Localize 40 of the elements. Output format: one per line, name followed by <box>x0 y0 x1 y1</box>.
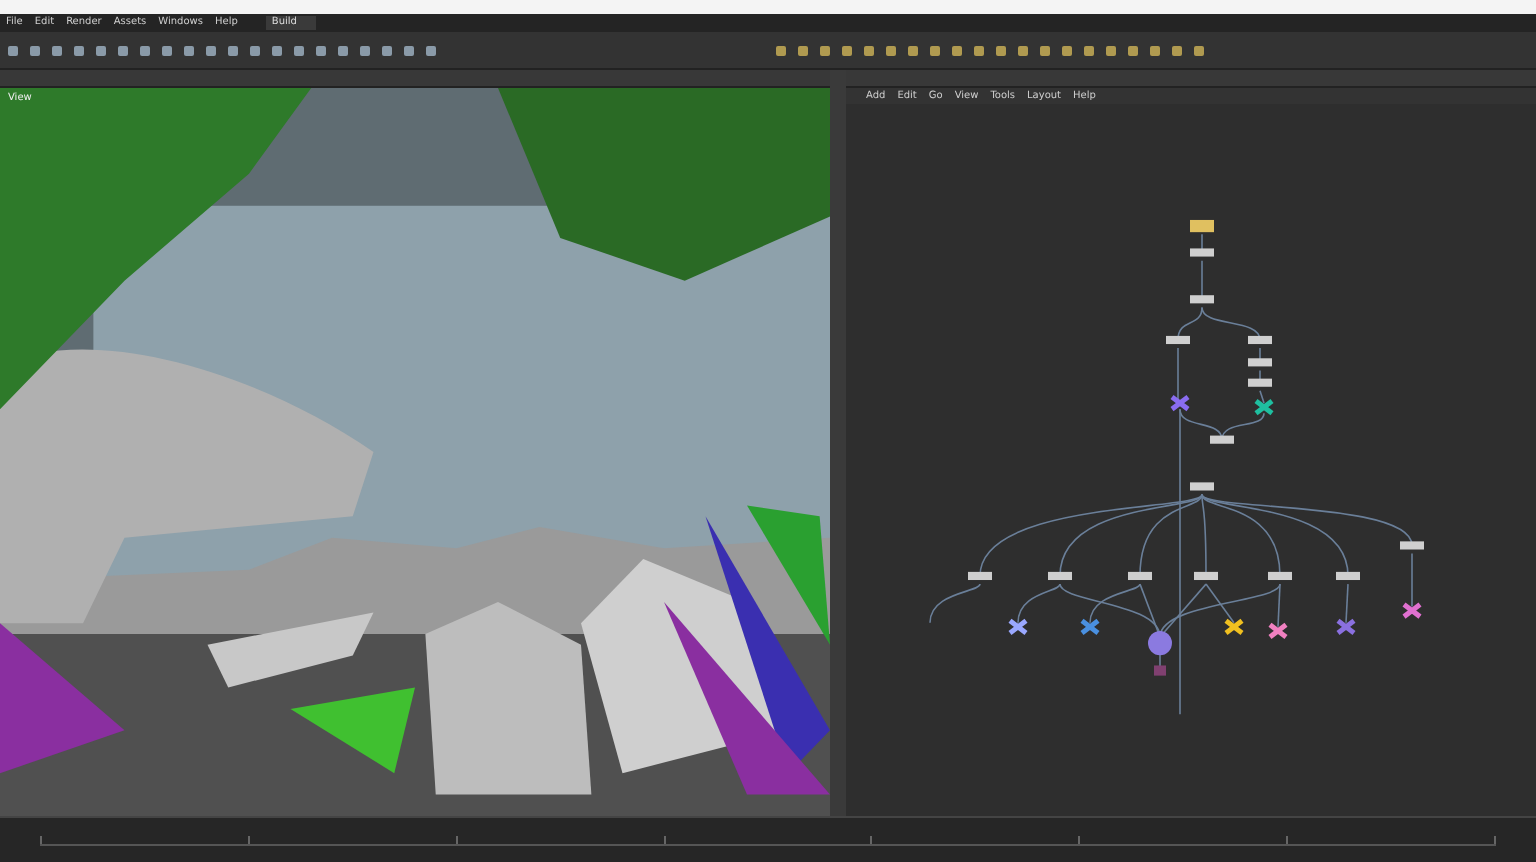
tool-icon[interactable] <box>140 45 150 55</box>
tool-icon[interactable] <box>1106 45 1116 55</box>
tool-icon[interactable] <box>908 45 918 55</box>
tool-icon[interactable] <box>842 45 852 55</box>
tool-icon[interactable] <box>74 45 84 55</box>
tool-icon[interactable] <box>1128 45 1138 55</box>
tool-icon[interactable] <box>316 45 326 55</box>
tool-icon[interactable] <box>952 45 962 55</box>
tool-icon[interactable] <box>360 45 370 55</box>
tool-icon[interactable] <box>1062 45 1072 55</box>
tool-icon[interactable] <box>96 45 106 55</box>
tool-icon[interactable] <box>974 45 984 55</box>
tool-icon[interactable] <box>184 45 194 55</box>
tool-icon[interactable] <box>864 45 874 55</box>
tool-icon[interactable] <box>776 45 786 55</box>
tool-icon[interactable] <box>1172 45 1182 55</box>
tool-icon[interactable] <box>820 45 830 55</box>
tool-icon[interactable] <box>886 45 896 55</box>
tool-icon[interactable] <box>162 45 172 55</box>
tool-icon[interactable] <box>272 45 282 55</box>
tool-icon[interactable] <box>294 45 304 55</box>
tool-icon[interactable] <box>1040 45 1050 55</box>
tool-icon[interactable] <box>426 45 436 55</box>
tool-icon[interactable] <box>1150 45 1160 55</box>
tool-icon[interactable] <box>1084 45 1094 55</box>
tool-icon[interactable] <box>996 45 1006 55</box>
tool-icon[interactable] <box>8 45 18 55</box>
tool-icon[interactable] <box>404 45 414 55</box>
tool-icon[interactable] <box>338 45 348 55</box>
tool-icon[interactable] <box>228 45 238 55</box>
tool-icon[interactable] <box>1194 45 1204 55</box>
tool-icon[interactable] <box>930 45 940 55</box>
tool-icon[interactable] <box>52 45 62 55</box>
tool-icon[interactable] <box>30 45 40 55</box>
tool-icon[interactable] <box>1018 45 1028 55</box>
tool-icon[interactable] <box>382 45 392 55</box>
tool-icon[interactable] <box>118 45 128 55</box>
tool-icon[interactable] <box>798 45 808 55</box>
tool-icon[interactable] <box>206 45 216 55</box>
tool-icon[interactable] <box>250 45 260 55</box>
